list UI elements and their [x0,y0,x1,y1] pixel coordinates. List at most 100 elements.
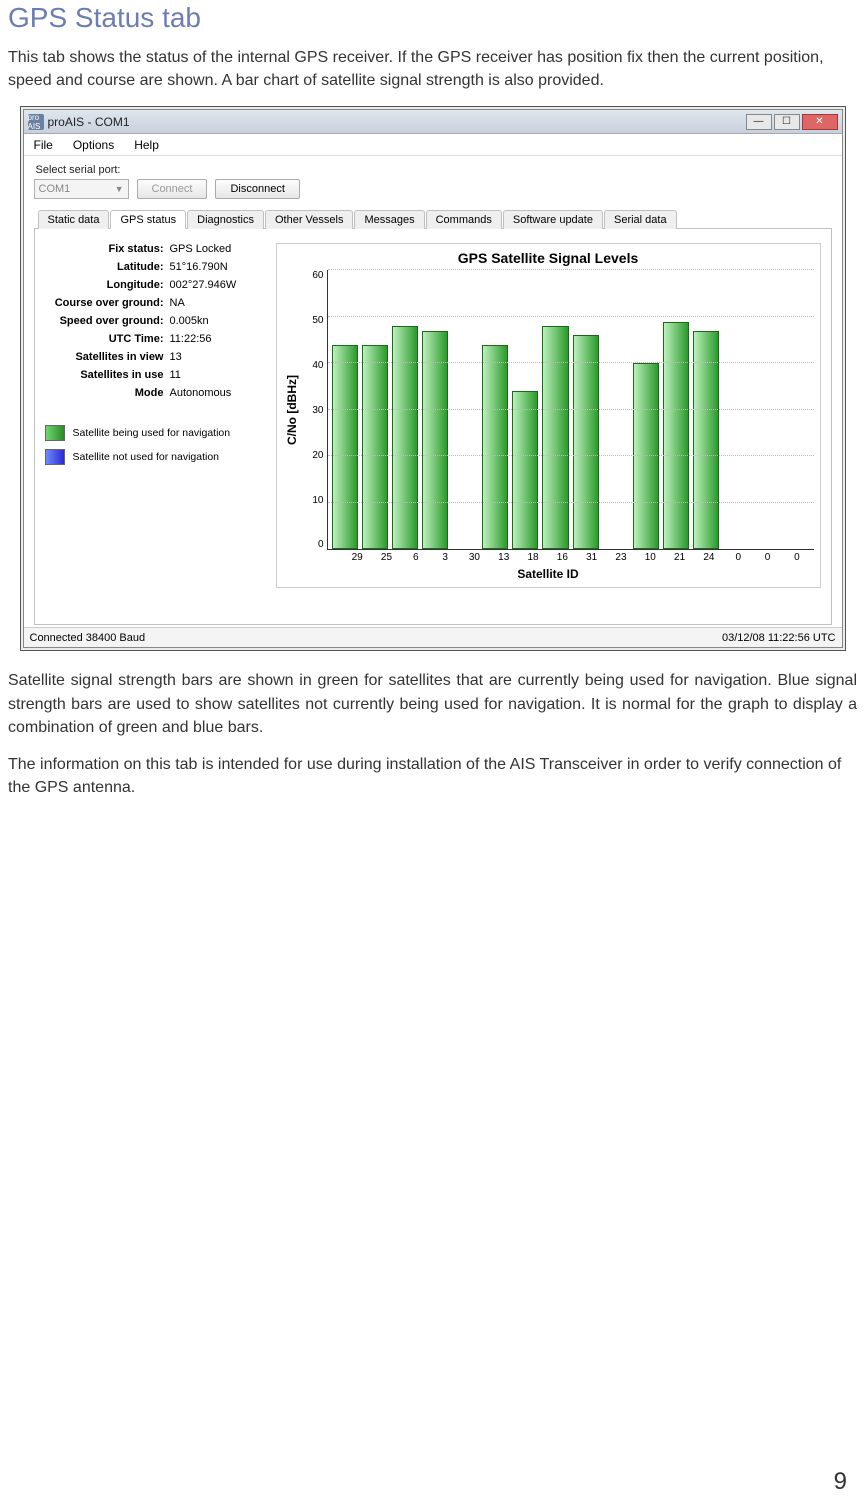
status-bar: Connected 38400 Baud 03/12/08 11:22:56 U… [24,627,842,647]
page-title: GPS Status tab [8,2,857,34]
app-screenshot: pro AIS proAIS - COM1 — ☐ ✕ File Options… [20,106,846,651]
chevron-down-icon: ▼ [115,184,124,194]
close-button[interactable]: ✕ [802,114,838,130]
gps-status-panel: Fix status:GPS LockedLatitude:51°16.790N… [34,229,832,625]
grid-line [328,409,814,410]
grid-line [328,362,814,363]
x-axis-ticks: 292563301318163123102124000 [341,550,814,563]
serial-port-combo[interactable]: COM1 ▼ [34,179,129,199]
x-tick: 24 [696,552,721,563]
status-label: Course over ground: [45,297,170,309]
app-icon: pro AIS [28,114,44,130]
x-tick: 31 [579,552,604,563]
legend-swatch-blue [45,449,65,465]
status-value: 002°27.946W [170,279,237,291]
status-value: 11:22:56 [170,333,212,345]
status-row: Satellites in use11 [45,369,270,381]
menu-options[interactable]: Options [73,138,114,152]
grid-line [328,455,814,456]
tab-diagnostics[interactable]: Diagnostics [187,210,264,229]
menu-help[interactable]: Help [134,138,159,152]
y-axis-ticks: 6050403020100 [301,270,327,550]
x-tick: 25 [374,552,399,563]
status-label: Latitude: [45,261,170,273]
signal-bar [422,331,448,550]
status-row: Course over ground:NA [45,297,270,309]
signal-bar [512,391,538,549]
status-value: 11 [170,369,181,381]
x-tick: 13 [491,552,516,563]
tab-software-update[interactable]: Software update [503,210,603,229]
status-label: Satellites in view [45,351,170,363]
serial-port-label: Select serial port: [36,164,832,176]
status-value: Autonomous [170,387,232,399]
status-row: UTC Time:11:22:56 [45,333,270,345]
x-tick: 3 [432,552,457,563]
grid-line [328,502,814,503]
status-row: Satellites in view13 [45,351,270,363]
signal-bar [633,363,659,549]
minimize-button[interactable]: — [746,114,772,130]
connect-button[interactable]: Connect [137,179,208,199]
status-row: Latitude:51°16.790N [45,261,270,273]
signal-bar [392,326,418,549]
x-tick: 23 [608,552,633,563]
app-window: pro AIS proAIS - COM1 — ☐ ✕ File Options… [23,109,843,648]
status-row: Longitude:002°27.946W [45,279,270,291]
window-title: proAIS - COM1 [48,115,130,129]
maximize-button[interactable]: ☐ [774,114,800,130]
menu-bar: File Options Help [24,134,842,156]
chart-title: GPS Satellite Signal Levels [283,250,814,266]
menu-file[interactable]: File [34,138,53,152]
x-tick: 16 [550,552,575,563]
intro-paragraph: This tab shows the status of the interna… [8,46,857,92]
signal-bar [482,345,508,550]
legend-swatch-green [45,425,65,441]
legend-text-blue: Satellite not used for navigation [73,451,220,463]
status-value: 51°16.790N [170,261,228,273]
grid-line [328,316,814,317]
disconnect-button[interactable]: Disconnect [215,179,299,199]
chart-legend: Satellite being used for navigation Sate… [45,425,270,465]
x-tick: 10 [638,552,663,563]
y-tick: 10 [301,495,324,506]
tab-other-vessels[interactable]: Other Vessels [265,210,353,229]
tab-gps-status[interactable]: GPS status [110,210,186,229]
status-right: 03/12/08 11:22:56 UTC [722,632,836,644]
status-label: UTC Time: [45,333,170,345]
serial-port-value: COM1 [39,183,71,195]
status-value: GPS Locked [170,243,232,255]
tab-static-data[interactable]: Static data [38,210,110,229]
page-number: 9 [834,1468,847,1496]
x-tick: 18 [520,552,545,563]
signal-bar [542,326,568,549]
status-left: Connected 38400 Baud [30,632,146,644]
signal-bar [362,345,388,550]
y-tick: 30 [301,405,324,416]
status-label: Satellites in use [45,369,170,381]
plot-area [327,270,814,550]
signal-bar [663,322,689,550]
signal-chart: GPS Satellite Signal Levels C/No [dBHz] … [276,243,821,588]
x-tick: 0 [784,552,809,563]
tab-messages[interactable]: Messages [354,210,424,229]
x-tick: 0 [755,552,780,563]
x-tick: 30 [462,552,487,563]
tab-strip: Static dataGPS statusDiagnosticsOther Ve… [34,209,832,229]
status-label: Mode [45,387,170,399]
status-label: Speed over ground: [45,315,170,327]
y-tick: 60 [301,270,324,281]
status-row: Fix status:GPS Locked [45,243,270,255]
signal-bar [332,345,358,550]
status-label: Longitude: [45,279,170,291]
paragraph-3: The information on this tab is intended … [8,753,857,799]
tab-serial-data[interactable]: Serial data [604,210,677,229]
legend-text-green: Satellite being used for navigation [73,427,231,439]
signal-bar [573,335,599,549]
x-tick: 21 [667,552,692,563]
grid-line [328,269,814,270]
y-tick: 40 [301,360,324,371]
status-label: Fix status: [45,243,170,255]
x-tick: 6 [403,552,428,563]
tab-commands[interactable]: Commands [426,210,502,229]
